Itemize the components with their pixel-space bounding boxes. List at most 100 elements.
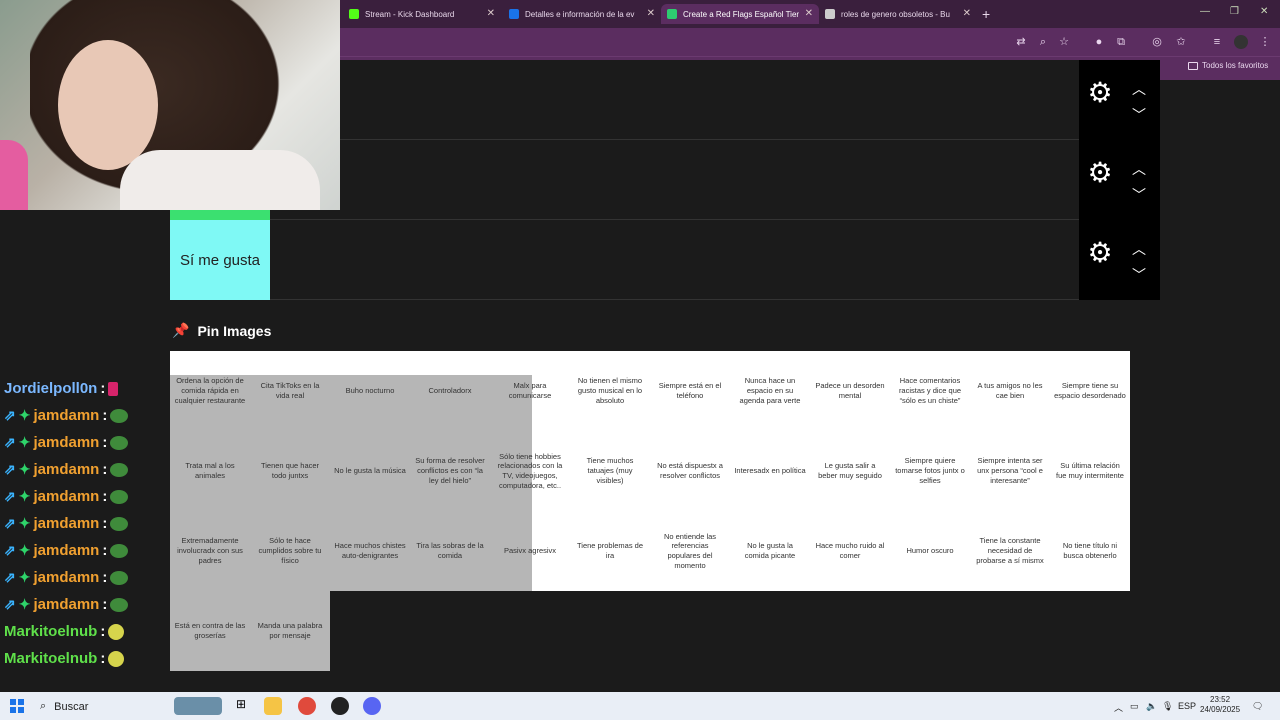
clock[interactable]: 23:52 24/09/2025: [1200, 695, 1240, 715]
chevron-up-icon[interactable]: ︿: [1129, 82, 1149, 96]
chevron-up-icon[interactable]: ︿: [1129, 162, 1149, 176]
chevron-down-icon[interactable]: ﹀: [1129, 108, 1149, 122]
tier-item-card[interactable]: Hace muchos chistes auto-denigrantes: [330, 511, 410, 591]
tier-item-card[interactable]: No tiene título ni busca obtenerlo: [1050, 511, 1130, 591]
windows-start-icon[interactable]: [10, 699, 24, 713]
translate-icon[interactable]: ⇄: [1014, 35, 1028, 49]
tier-item-card[interactable]: Controladorx: [410, 351, 490, 431]
bookmark-star-icon[interactable]: ☆: [1057, 35, 1071, 49]
network-icon[interactable]: ▭: [1130, 701, 1139, 712]
tier-item-card[interactable]: Tira las sobras de la comida: [410, 511, 490, 591]
gear-icon[interactable]: ⚙: [1087, 159, 1113, 187]
task-view-icon[interactable]: ⊞: [232, 697, 250, 715]
tier-item-card[interactable]: Buho nocturno: [330, 351, 410, 431]
tier-label[interactable]: Sí me gusta: [170, 220, 270, 300]
notification-icon[interactable]: 🗨: [1252, 701, 1263, 712]
close-tab-icon[interactable]: ✕: [963, 8, 971, 19]
browser-tab[interactable]: Detalles e información de la ev ✕: [503, 4, 661, 24]
taskbar-search[interactable]: ⌕ Buscar: [40, 700, 88, 713]
tier-item-card[interactable]: Hace mucho ruido al comer: [810, 511, 890, 591]
chat-username[interactable]: jamdamn: [33, 434, 99, 451]
tier-item-card[interactable]: Pasivx agresivx: [490, 511, 570, 591]
tier-item-card[interactable]: Tiene la constante necesidad de probarse…: [970, 511, 1050, 591]
widgets-icon[interactable]: [174, 697, 222, 715]
new-tab-button[interactable]: +: [982, 6, 990, 22]
chrome-icon[interactable]: [298, 697, 316, 715]
gear-icon[interactable]: ⚙: [1087, 79, 1113, 107]
tier-item-card[interactable]: No está dispuestx a resolver conflictos: [650, 431, 730, 511]
tier-item-card[interactable]: Tiene problemas de ira: [570, 511, 650, 591]
chat-username[interactable]: Jordielpoll0n: [4, 380, 97, 397]
volume-icon[interactable]: 🔈: [1146, 701, 1157, 712]
profile-avatar[interactable]: [1234, 35, 1248, 49]
tier-item-card[interactable]: Malx para comunicarse: [490, 351, 570, 431]
chevron-down-icon[interactable]: ﹀: [1129, 188, 1149, 202]
tier-item-card[interactable]: Cita TikToks en la vida real: [250, 351, 330, 431]
close-tab-icon[interactable]: ✕: [487, 8, 495, 19]
tier-item-card[interactable]: Siempre intenta ser unx persona “cool e …: [970, 431, 1050, 511]
tier-item-card[interactable]: Extremadamente involucradx con sus padre…: [170, 511, 250, 591]
tier-item-card[interactable]: Su última relación fue muy intermitente: [1050, 431, 1130, 511]
tier-item-card[interactable]: A tus amigos no les cae bien: [970, 351, 1050, 431]
tier-item-card[interactable]: No tienen el mismo gusto musical en lo a…: [570, 351, 650, 431]
tier-item-card[interactable]: Su forma de resolver conflictos es con “…: [410, 431, 490, 511]
tier-item-card[interactable]: Le gusta salir a beber muy seguido: [810, 431, 890, 511]
chevron-up-icon[interactable]: ︿: [1129, 242, 1149, 256]
tier-item-card[interactable]: Humor oscuro: [890, 511, 970, 591]
tier-item-card[interactable]: No entiende las referencias populares de…: [650, 511, 730, 591]
language-indicator[interactable]: ESP: [1178, 701, 1196, 711]
chat-username[interactable]: jamdamn: [33, 461, 99, 478]
tier-item-card[interactable]: No le gusta la comida picante: [730, 511, 810, 591]
media-icon[interactable]: ◎: [1150, 35, 1164, 49]
tier-item-card[interactable]: Tienen que hacer todo juntxs: [250, 431, 330, 511]
chat-username[interactable]: Markitoelnub: [4, 650, 97, 667]
extensions-icon[interactable]: ⧉: [1114, 35, 1128, 49]
obs-icon[interactable]: [331, 697, 349, 715]
browser-tab[interactable]: Create a Red Flags Español Tier ✕: [661, 4, 819, 24]
tier-controls-2: ⚙ ︿ ﹀: [1079, 140, 1160, 220]
chat-username[interactable]: Markitoelnub: [4, 623, 97, 640]
chat-username[interactable]: jamdamn: [33, 488, 99, 505]
chevron-down-icon[interactable]: ﹀: [1129, 268, 1149, 282]
chat-username[interactable]: jamdamn: [33, 407, 99, 424]
file-explorer-icon[interactable]: [264, 697, 282, 715]
tier-item-card[interactable]: Está en contra de las groserías: [170, 591, 250, 671]
tier-item-card[interactable]: Manda una palabra por mensaje: [250, 591, 330, 671]
maximize-icon[interactable]: ❐: [1230, 6, 1239, 17]
mic-icon[interactable]: 🎙: [1162, 701, 1173, 712]
minimize-icon[interactable]: —: [1200, 6, 1210, 17]
browser-tab[interactable]: Stream - Kick Dashboard ✕: [343, 4, 501, 24]
tier-item-card[interactable]: Sólo tiene hobbies relacionados con la T…: [490, 431, 570, 511]
tier-item-card[interactable]: Nunca hace un espacio en su agenda para …: [730, 351, 810, 431]
tier-item-card[interactable]: Sólo te hace cumplidos sobre tu físico: [250, 511, 330, 591]
close-window-icon[interactable]: ✕: [1260, 6, 1268, 17]
tier-item-card[interactable]: Siempre está en el teléfono: [650, 351, 730, 431]
gear-icon[interactable]: ⚙: [1087, 239, 1113, 267]
tier-item-card[interactable]: Siempre quiere tomarse fotos juntx o sel…: [890, 431, 970, 511]
vip-badge-icon: ✦: [18, 407, 31, 423]
all-bookmarks-folder[interactable]: Todos los favoritos: [1188, 61, 1268, 70]
close-tab-icon[interactable]: ✕: [805, 8, 813, 19]
favorites-icon[interactable]: ✩: [1174, 35, 1188, 49]
discord-icon[interactable]: [363, 697, 381, 715]
chat-username[interactable]: jamdamn: [33, 542, 99, 559]
chat-username[interactable]: jamdamn: [33, 596, 99, 613]
tray-chevron-icon[interactable]: ︿: [1114, 701, 1123, 714]
tier-item-card[interactable]: Padece un desorden mental: [810, 351, 890, 431]
tier-item-card[interactable]: Hace comentarios racistas y dice que “só…: [890, 351, 970, 431]
zoom-icon[interactable]: ⌕: [1036, 35, 1050, 49]
pin-images-header[interactable]: 📌 Pin Images: [172, 322, 271, 339]
chat-username[interactable]: jamdamn: [33, 569, 99, 586]
tier-item-card[interactable]: Interesadx en política: [730, 431, 810, 511]
tier-item-card[interactable]: Tiene muchos tatuajes (muy visibles): [570, 431, 650, 511]
menu-icon[interactable]: ⋮: [1258, 35, 1272, 49]
tier-item-card[interactable]: Ordena la opción de comida rápida en cua…: [170, 351, 250, 431]
tier-item-card[interactable]: No le gusta la música: [330, 431, 410, 511]
tier-item-card[interactable]: Trata mal a los animales: [170, 431, 250, 511]
chat-username[interactable]: jamdamn: [33, 515, 99, 532]
tier-item-card[interactable]: Siempre tiene su espacio desordenado: [1050, 351, 1130, 431]
browser-tab[interactable]: roles de genero obsoletos - Bu ✕: [819, 4, 977, 24]
close-tab-icon[interactable]: ✕: [647, 8, 655, 19]
reading-list-icon[interactable]: ≡: [1210, 35, 1224, 49]
extension-drop-icon[interactable]: ●: [1092, 35, 1106, 49]
